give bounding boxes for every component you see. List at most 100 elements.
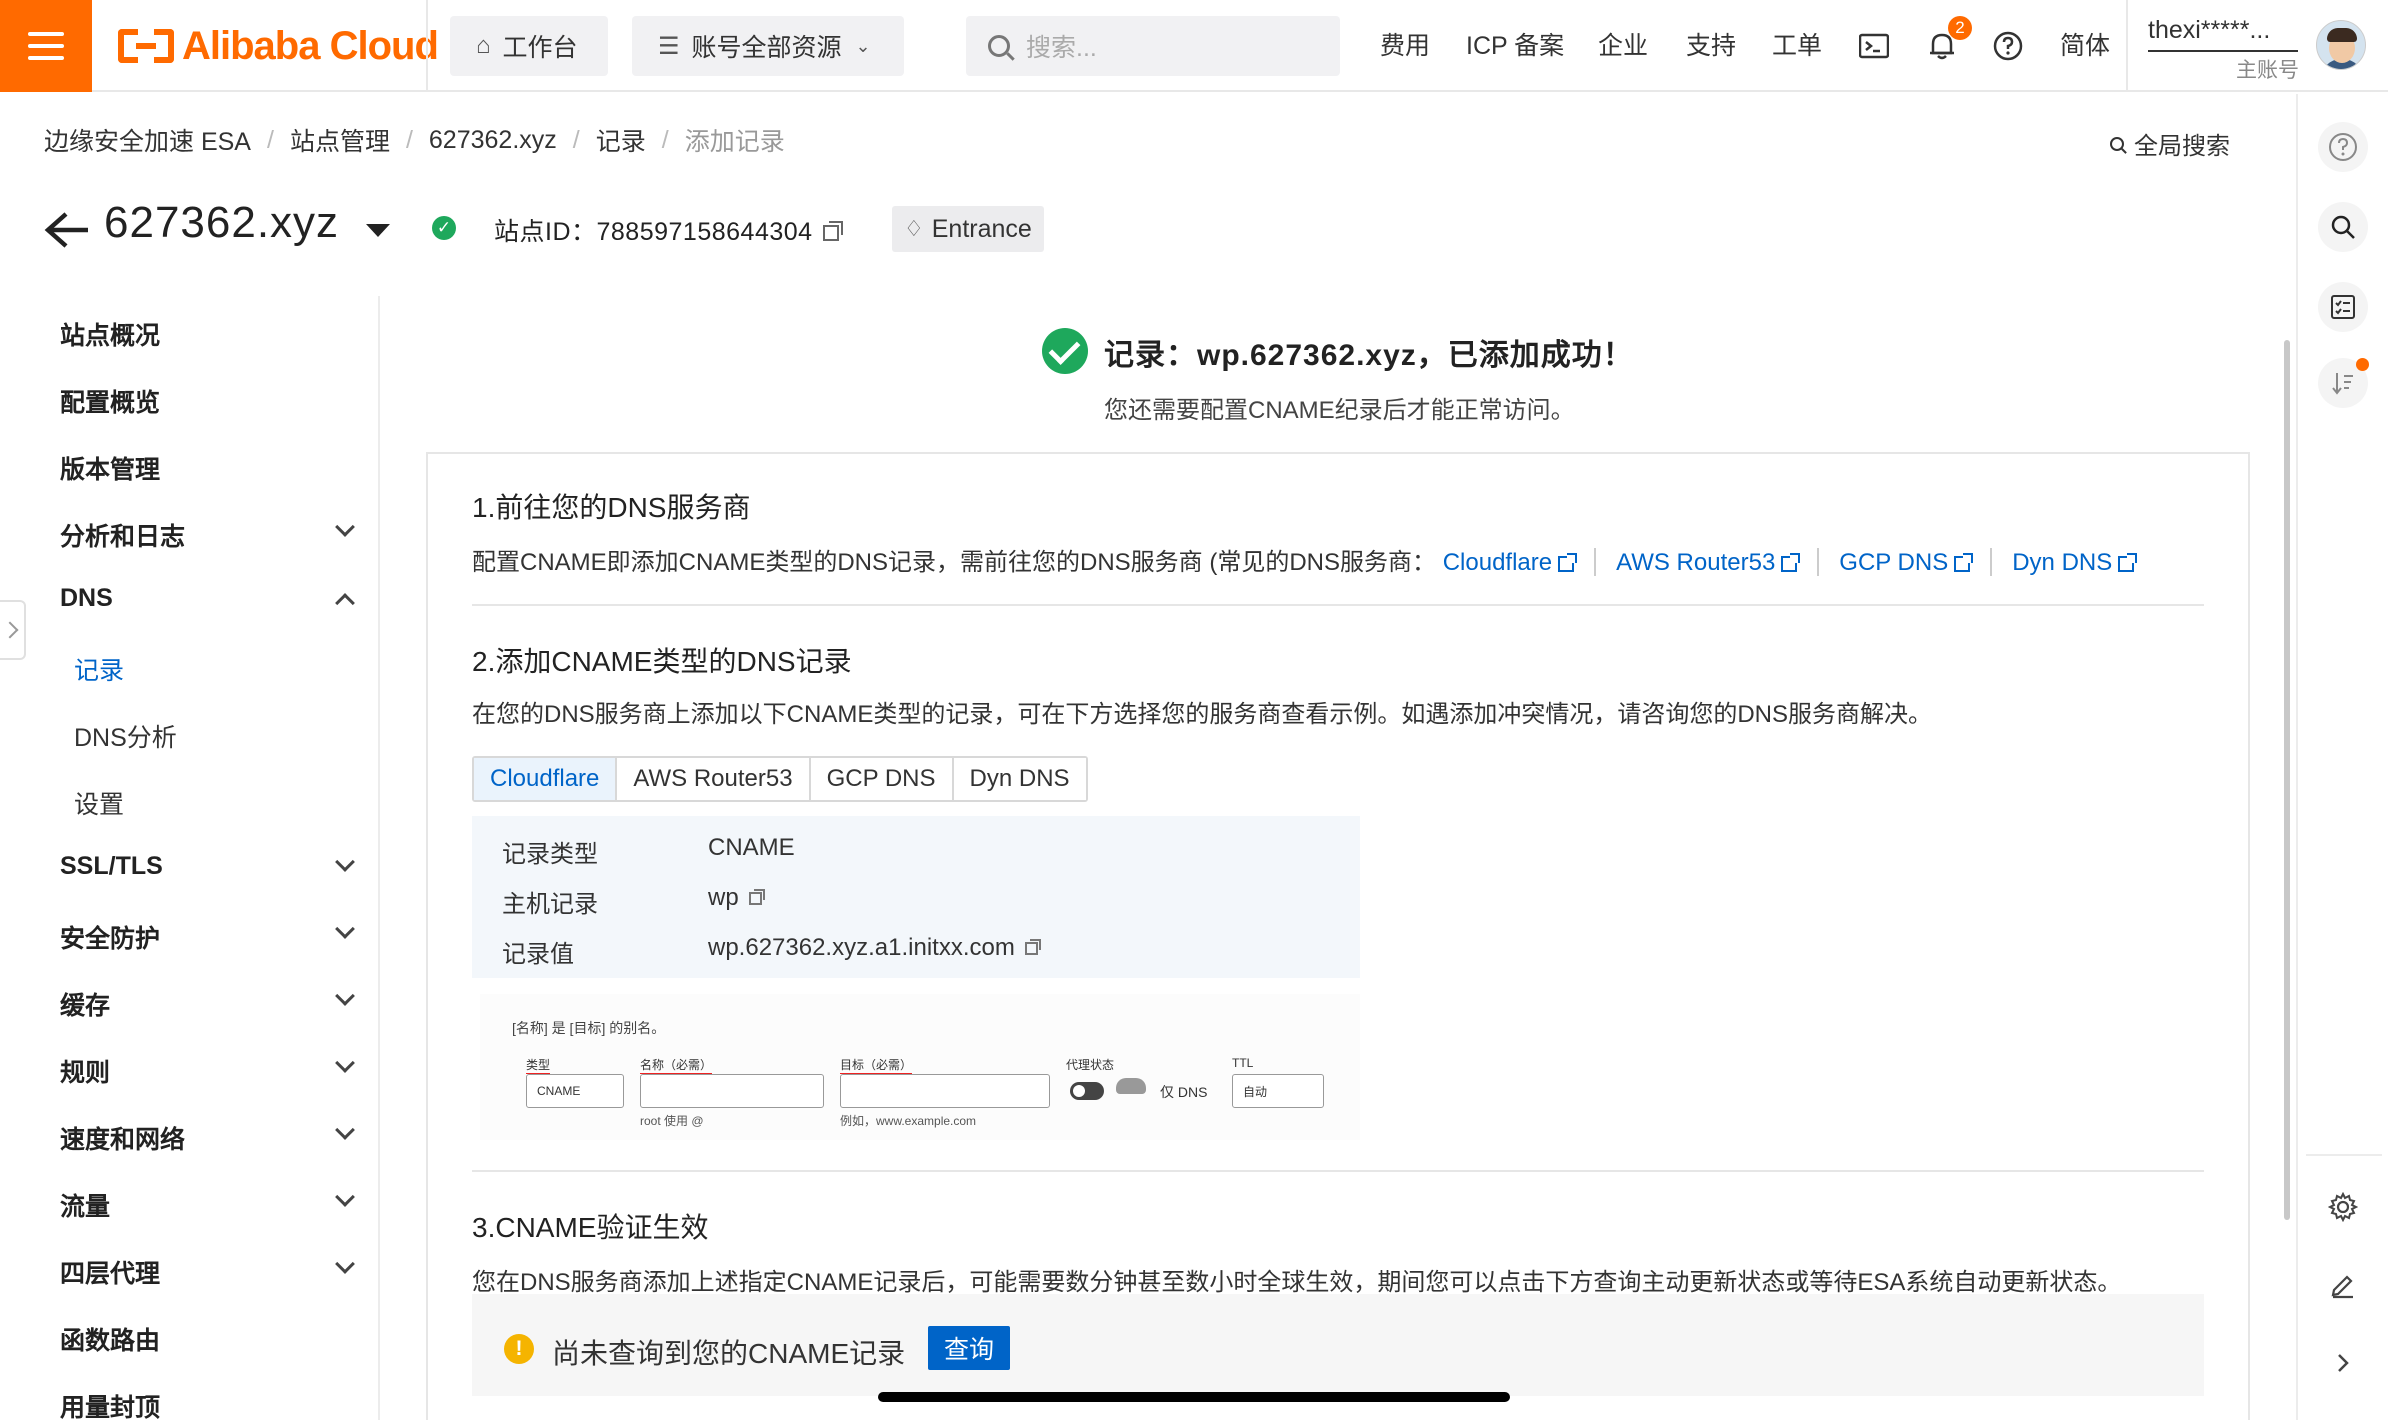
breadcrumb: 边缘安全加速 ESA / 站点管理 / 627362.xyz / 记录 / 添加…: [44, 122, 785, 158]
sidebar-item-ssl-tls[interactable]: SSL/TLS: [60, 852, 163, 881]
dyn-dns-link[interactable]: Dyn DNS: [2012, 549, 2138, 576]
example-name-input: [640, 1074, 824, 1108]
example-target-hint: 例如，www.example.com: [840, 1114, 977, 1128]
support-link[interactable]: 支持: [1686, 28, 1736, 64]
logo-text: Alibaba Cloud: [182, 23, 439, 68]
copy-icon[interactable]: [822, 221, 843, 241]
divider: [2306, 1154, 2382, 1156]
help-icon[interactable]: [2318, 122, 2368, 172]
enterprise-link[interactable]: 企业: [1598, 28, 1648, 64]
example-ttl-label: TTL: [1232, 1056, 1254, 1070]
section-divider: [472, 1170, 2204, 1172]
resources-label: 账号全部资源: [691, 34, 842, 62]
step1-description: 配置CNAME即添加CNAME类型的DNS记录，需前往您的DNS服务商 (常见的…: [472, 542, 2138, 577]
gcp-link-label: GCP DNS: [1839, 549, 1949, 576]
section-divider: [472, 604, 2204, 606]
sidebar-item-versions[interactable]: 版本管理: [60, 450, 160, 486]
search-input[interactable]: 搜索...: [966, 16, 1340, 76]
sidebar-item-traffic[interactable]: 流量: [60, 1187, 110, 1223]
search-icon[interactable]: [2318, 202, 2368, 252]
query-button[interactable]: 查询: [928, 1326, 1010, 1370]
external-link-icon: [2118, 553, 2138, 572]
diamond-icon: ♢: [904, 216, 924, 241]
sidebar-item-records[interactable]: 记录: [74, 651, 124, 687]
breadcrumb-site-management[interactable]: 站点管理: [290, 122, 390, 158]
sidebar-item-rules[interactable]: 规则: [60, 1053, 110, 1089]
breadcrumb-add-record: 添加记录: [684, 128, 785, 156]
cloudflare-link[interactable]: Cloudflare: [1443, 549, 1578, 576]
tab-cloudflare[interactable]: Cloudflare: [474, 758, 618, 800]
breadcrumb-site[interactable]: 627362.xyz: [429, 126, 557, 155]
breadcrumb-esa[interactable]: 边缘安全加速 ESA: [44, 122, 251, 158]
tab-gcp-dns[interactable]: GCP DNS: [810, 758, 954, 800]
record-type-label: 记录类型: [502, 841, 598, 868]
icp-link[interactable]: ICP 备案: [1466, 28, 1564, 64]
cname-status-text: 尚未查询到您的CNAME记录: [552, 1338, 906, 1369]
step1-title: 1.前往您的DNS服务商: [472, 492, 751, 523]
record-type-value: CNAME: [708, 834, 795, 861]
sidebar-item-security[interactable]: 安全防护: [60, 919, 160, 955]
language-switch[interactable]: 简体: [2060, 28, 2110, 64]
sidebar-item-dns-analytics[interactable]: DNS分析: [74, 718, 177, 754]
terminal-icon[interactable]: [1856, 28, 1892, 64]
dyn-link-label: Dyn DNS: [2012, 549, 2113, 576]
checklist-icon[interactable]: [2318, 282, 2368, 332]
example-proxy-label: 代理状态: [1066, 1058, 1115, 1072]
sidebar-item-overview[interactable]: 站点概况: [60, 316, 160, 352]
record-value-text: wp.627362.xyz.a1.initxx.com: [708, 934, 1015, 961]
breadcrumb-records[interactable]: 记录: [596, 122, 646, 158]
provider-tabs: Cloudflare AWS Router53 GCP DNS Dyn DNS: [472, 756, 1088, 802]
ticket-link[interactable]: 工单: [1772, 28, 1822, 64]
workbench-label: 工作台: [502, 34, 578, 62]
external-link-icon: [1781, 553, 1801, 572]
resources-dropdown[interactable]: ☰ 账号全部资源 ⌄: [632, 16, 904, 76]
workbench-button[interactable]: ⌂ 工作台: [450, 16, 608, 76]
sidebar-item-cache[interactable]: 缓存: [60, 986, 110, 1022]
aws-link-label: AWS Router53: [1616, 549, 1776, 576]
site-id-text: 站点ID：788597158644304: [494, 218, 813, 246]
expand-icon[interactable]: [2318, 1338, 2368, 1388]
plan-badge-label: Entrance: [931, 214, 1032, 243]
logo-mark-icon: [118, 29, 174, 63]
step2-description: 在您的DNS服务商上添加以下CNAME类型的记录，可在下方选择您的服务商查看示例…: [472, 701, 1933, 728]
sidebar-item-analytics[interactable]: 分析和日志: [60, 517, 185, 553]
copy-icon[interactable]: [1024, 939, 1041, 955]
sidebar-item-config-overview[interactable]: 配置概览: [60, 383, 160, 419]
plan-badge[interactable]: ♢ Entrance: [892, 206, 1044, 252]
warning-icon: !: [504, 1334, 534, 1364]
tab-aws-router53[interactable]: AWS Router53: [617, 758, 811, 800]
sidebar-item-usage-cap[interactable]: 用量封顶: [60, 1388, 160, 1420]
help-icon[interactable]: [1990, 28, 2026, 64]
global-search-label: 全局搜索: [2134, 133, 2230, 160]
sidebar-collapse-toggle[interactable]: [0, 600, 26, 660]
sidebar-item-dns[interactable]: DNS: [60, 584, 113, 613]
site-title: 627362.xyz: [104, 198, 340, 247]
alibaba-cloud-logo[interactable]: Alibaba Cloud: [118, 22, 439, 70]
edit-icon[interactable]: [2318, 1260, 2368, 1310]
tab-dyn-dns[interactable]: Dyn DNS: [953, 758, 1086, 800]
sidebar-item-function-routes[interactable]: 函数路由: [60, 1321, 160, 1357]
sidebar-item-l4-proxy[interactable]: 四层代理: [60, 1254, 160, 1290]
sidebar-item-speed-network[interactable]: 速度和网络: [60, 1120, 185, 1156]
record-value: wp.627362.xyz.a1.initxx.com: [708, 934, 1041, 962]
sidebar-item-dns-settings[interactable]: 设置: [74, 785, 124, 821]
stack-icon: ☰: [658, 32, 680, 60]
billing-link[interactable]: 费用: [1380, 28, 1430, 64]
back-arrow-icon[interactable]: [44, 210, 90, 250]
host-record: wp: [708, 884, 765, 912]
gcp-dns-link[interactable]: GCP DNS: [1839, 549, 1974, 576]
account-underline: [2148, 50, 2298, 52]
example-type-select: CNAME: [526, 1074, 624, 1108]
example-name-label: 名称（必需）: [640, 1058, 713, 1074]
site-switch-caret-icon[interactable]: [366, 224, 390, 237]
settings-icon[interactable]: [2318, 1182, 2368, 1232]
divider: [1817, 548, 1820, 576]
aws-router53-link[interactable]: AWS Router53: [1616, 549, 1801, 576]
example-ttl-select: 自动: [1232, 1074, 1324, 1108]
account-name[interactable]: thexi*****...: [2148, 16, 2270, 45]
scrollbar[interactable]: [2284, 340, 2290, 1220]
global-search-button[interactable]: 全局搜索: [2110, 126, 2230, 161]
avatar[interactable]: [2316, 20, 2366, 70]
copy-icon[interactable]: [748, 889, 765, 905]
menu-icon[interactable]: [0, 0, 92, 92]
